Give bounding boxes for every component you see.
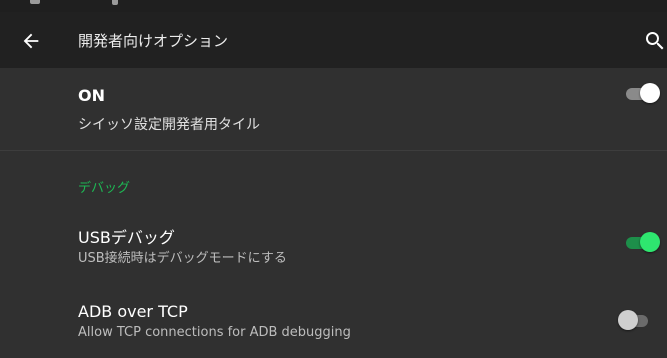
setting-summary: Allow TCP connections for ADB debugging	[78, 325, 351, 340]
toggle-thumb	[640, 83, 660, 103]
search-icon[interactable]	[643, 29, 667, 53]
status-icon	[30, 0, 40, 4]
master-toggle[interactable]	[626, 82, 660, 104]
page-title: 開発者向けオプション	[78, 32, 229, 50]
developer-options-master-switch[interactable]: ON シイッソ設定開発者用タイル	[0, 68, 667, 150]
divider	[0, 150, 667, 151]
status-icon	[112, 0, 118, 5]
toggle-thumb	[640, 232, 660, 252]
app-toolbar: 開発者向けオプション	[0, 12, 667, 68]
setting-adb-over-tcp[interactable]: ADB over TCP Allow TCP connections for A…	[0, 292, 667, 352]
status-bar	[0, 0, 667, 12]
master-switch-label: ON	[78, 86, 105, 105]
toggle-thumb	[618, 310, 638, 330]
master-switch-subtitle: シイッソ設定開発者用タイル	[78, 117, 260, 133]
setting-title: USBデバッグ	[78, 228, 175, 247]
setting-usb-debugging[interactable]: USBデバッグ USB接続時はデバッグモードにする	[0, 212, 667, 276]
adb-over-tcp-toggle[interactable]	[618, 309, 652, 331]
usb-debugging-toggle[interactable]	[626, 231, 660, 253]
setting-summary: USB接続時はデバッグモードにする	[78, 251, 287, 266]
section-header-debug: デバッグ	[78, 181, 131, 196]
setting-title: ADB over TCP	[78, 302, 188, 321]
arrow-back-icon[interactable]	[20, 30, 42, 52]
